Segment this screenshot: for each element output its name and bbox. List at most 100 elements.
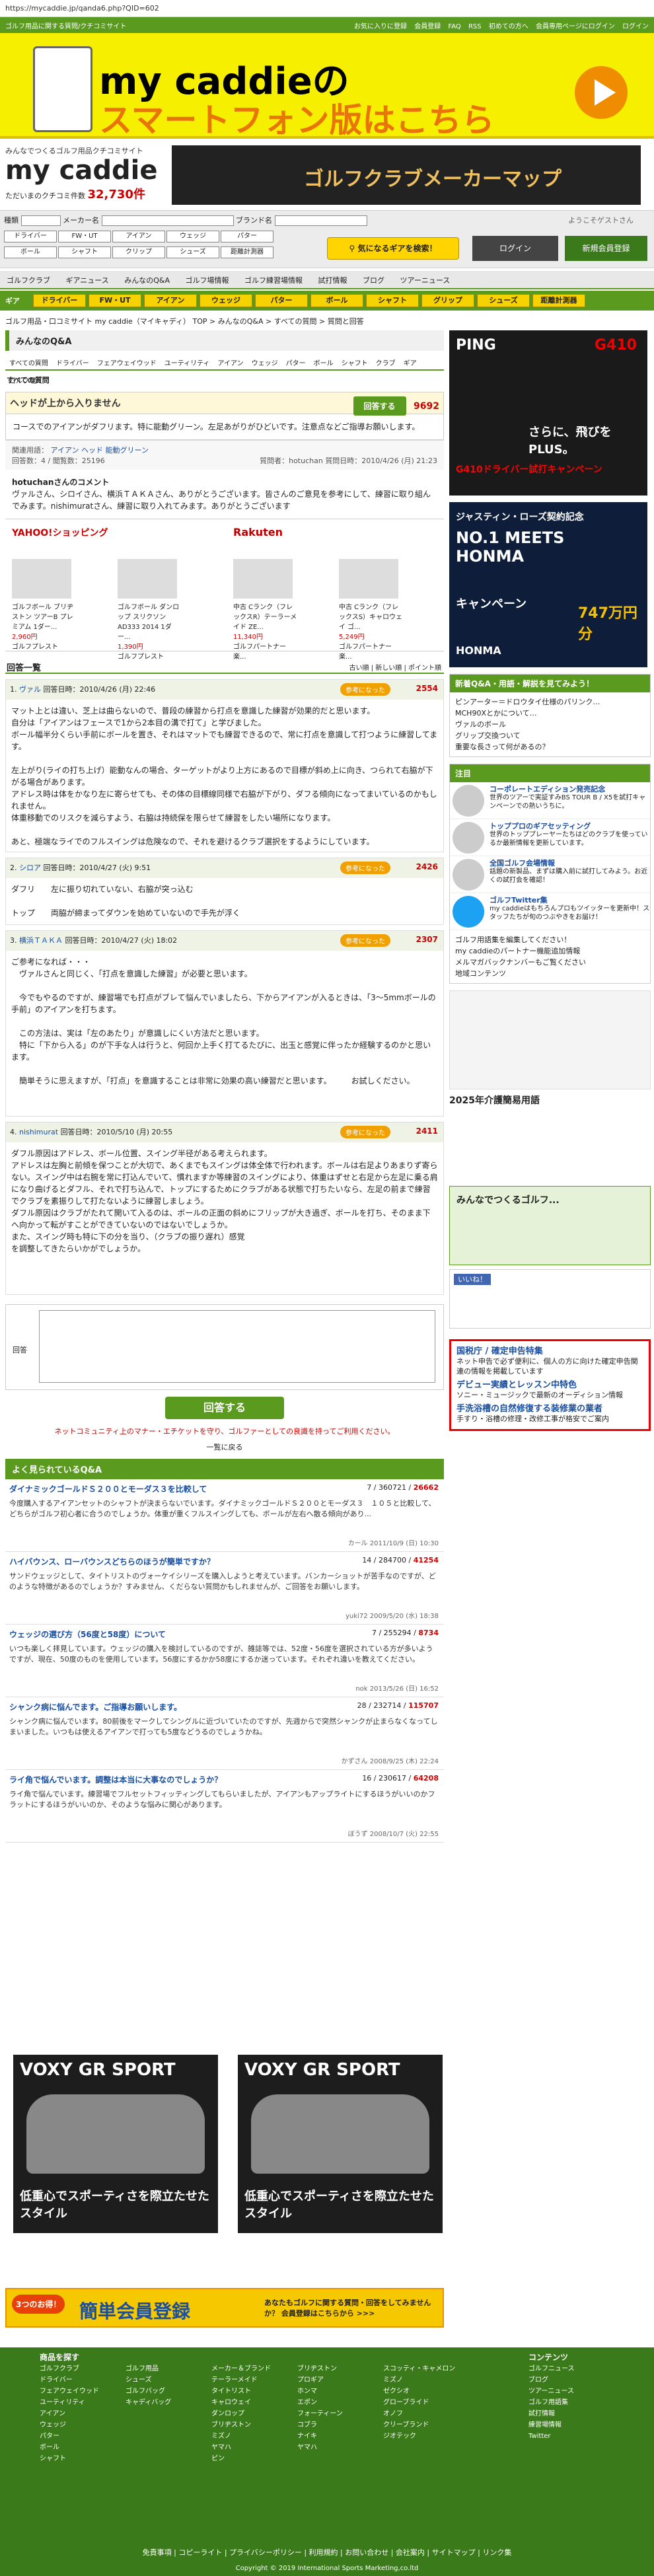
footer-link[interactable]: ピン: [211, 2453, 271, 2464]
new-qa-link[interactable]: ヴァルのボール: [455, 719, 645, 730]
top-link-rss[interactable]: RSS: [468, 23, 482, 30]
gear-wedge[interactable]: ウェッジ: [200, 294, 252, 307]
mycaddie-banner[interactable]: みんなでつくるゴルフ...: [449, 1186, 651, 1265]
text-ad-title[interactable]: デビュー実績とレッスン中特色: [456, 1380, 643, 1390]
footer-link[interactable]: キャディバッグ: [126, 2397, 171, 2408]
side-link[interactable]: ゴルフ用語集を編集してください！: [455, 934, 645, 945]
breadcrumb[interactable]: ゴルフ用品・口コミサイト my caddie（マイキャディ） TOP > みんな…: [0, 313, 654, 328]
find-gear-button[interactable]: ⚲ 気になるギアを検索！: [327, 237, 459, 260]
footer-link[interactable]: フェアウェイウッド: [40, 2386, 99, 2397]
footer-link[interactable]: メーカー＆ブランド: [211, 2363, 271, 2374]
answer-user[interactable]: ヴァル: [19, 685, 41, 694]
footer-link[interactable]: ジオテック: [383, 2431, 455, 2442]
address-bar[interactable]: https://mycaddie.jp/qanda6.php?QID=602: [0, 0, 654, 17]
site-logo[interactable]: みんなでつくるゴルフ用品クチコミサイト my caddie ただいまのクチコミ件…: [5, 145, 164, 205]
tab-club[interactable]: クラブ: [372, 353, 400, 371]
gnav-gearnews[interactable]: ギアニュース: [59, 271, 116, 289]
top-link-faq[interactable]: FAQ: [448, 23, 460, 30]
brand-select[interactable]: [274, 215, 367, 226]
footer-link[interactable]: 練習場情報: [528, 2419, 575, 2431]
tab-putter[interactable]: パター: [282, 353, 310, 371]
footer-link[interactable]: ゴルフニュース: [528, 2363, 575, 2374]
related-item[interactable]: ダイナミックゴールドＳ２００とモーダス３を比較して 7 / 360721 / 2…: [5, 1479, 444, 1552]
footer-links[interactable]: 免責事項 | コピーライト | プライバシーポリシー | 利用規約 | お問い合…: [0, 2547, 654, 2558]
footer-link[interactable]: ドライバー: [40, 2374, 99, 2386]
gear-putter[interactable]: パター: [255, 294, 308, 307]
helpful-button[interactable]: 参考になった: [340, 862, 390, 874]
register-button[interactable]: 新規会員登録: [565, 236, 647, 261]
related-link[interactable]: ライ角で悩んでいます。調整は本当に大事なのでしょうか？: [9, 1775, 222, 1785]
side-link[interactable]: メルマガバックナンバーもご覧ください: [455, 957, 645, 968]
fb-like-button[interactable]: いいね！: [454, 1274, 491, 1285]
tab-fw[interactable]: フェアウェイウッド: [93, 353, 161, 371]
tab-all[interactable]: すべての質問: [5, 353, 52, 371]
ping-ad[interactable]: PING G410 さらに、飛びをPLUS。 G410ドライバー試打キャンペーン: [449, 330, 647, 496]
footer-link[interactable]: フォーティーン: [297, 2408, 343, 2419]
footer-link[interactable]: ブログ: [528, 2374, 575, 2386]
footer-link[interactable]: ミズノ: [211, 2431, 271, 2442]
gear-iron[interactable]: アイアン: [144, 294, 197, 307]
feature-item[interactable]: トッププロのギアセッティング 世界のトッププレーヤーたちはどのクラブを使っているか…: [450, 819, 650, 856]
honma-ad[interactable]: ジャスティン・ローズ契約記念 NO.1 MEETS HONMA キャンペーン 7…: [449, 502, 647, 667]
feature-item[interactable]: ゴルフTwitter集 my caddieはもちろんプロもツイッターを更新中！スタ…: [450, 893, 650, 930]
answer-user[interactable]: シロア: [19, 864, 41, 872]
answer-button[interactable]: 回答する: [353, 396, 406, 416]
feature-item[interactable]: 全国ゴルフ会場情報 話題の新製品、まずは購入前に試打してみよう。お近くの試打会を確…: [450, 856, 650, 893]
gnav-course[interactable]: ゴルフ場情報: [179, 271, 236, 289]
tab-iron[interactable]: アイアン: [214, 353, 248, 371]
gnav-blog[interactable]: ブログ: [356, 271, 391, 289]
reply-textarea[interactable]: [39, 1310, 435, 1383]
gear-grip[interactable]: グリップ: [421, 294, 474, 307]
footer-link[interactable]: タイトリスト: [211, 2386, 271, 2397]
footer-link[interactable]: パター: [40, 2431, 99, 2442]
footer-link[interactable]: ヤマハ: [297, 2442, 343, 2453]
genre-link-iron[interactable]: アイアン: [51, 446, 79, 455]
answer-user[interactable]: nishimurat: [19, 1128, 58, 1136]
related-item[interactable]: シャンク病に悩んでます。ご指導お願いします。 28 / 232714 / 115…: [5, 1697, 444, 1770]
footer-link[interactable]: ゼクシオ: [383, 2386, 455, 2397]
register-banner[interactable]: 3つのお得！ 簡単会員登録 あなたもゴルフに関する質問・回答をしてみませんか？ …: [5, 2288, 444, 2328]
shop-item[interactable]: ゴルフボール ブリヂストン ツアーB プレミアム 1ダー... 2,960円 ゴルフ…: [12, 559, 78, 651]
top-link-login[interactable]: ログイン: [622, 23, 649, 30]
footer-link[interactable]: ナイキ: [297, 2431, 343, 2442]
smartphone-banner[interactable]: my caddieの スマートフォン版はこちら: [0, 33, 654, 139]
gnav-qa[interactable]: みんなのQ&A: [118, 271, 176, 289]
gnav-range[interactable]: ゴルフ練習場情報: [238, 271, 309, 289]
footer-link[interactable]: ヤマハ: [211, 2442, 271, 2453]
text-ad-title[interactable]: 国税庁 / 確定申告特集: [456, 1346, 643, 1356]
side-link[interactable]: 地域コンテンツ: [455, 968, 645, 979]
related-item[interactable]: ハイバウンス、ローバウンスどちらのほうが簡単ですか？ 14 / 284700 /…: [5, 1552, 444, 1625]
tab-wedge[interactable]: ウェッジ: [248, 353, 282, 371]
gnav-clubs[interactable]: ゴルフクラブ: [0, 271, 57, 289]
footer-link[interactable]: ボール: [40, 2442, 99, 2453]
footer-link[interactable]: ブリヂストン: [211, 2419, 271, 2431]
maker-map-banner[interactable]: ゴルフクラブメーカーマップ: [172, 145, 641, 205]
footer-link[interactable]: シャフト: [40, 2453, 99, 2464]
top-link-first[interactable]: 初めての方へ: [489, 23, 528, 30]
cat-rangefinder[interactable]: 距離計測器: [221, 246, 273, 258]
genre-link-head[interactable]: ヘッド: [81, 446, 103, 455]
footer-link[interactable]: オノフ: [383, 2408, 455, 2419]
cat-iron[interactable]: アイアン: [112, 231, 165, 242]
footer-link[interactable]: アイアン: [40, 2408, 99, 2419]
text-ad-box[interactable]: 国税庁 / 確定申告特集 ネット申告で必ず便利に、個人の方に向けた確定申告関連の…: [449, 1339, 651, 1431]
cat-shoes[interactable]: シューズ: [166, 246, 219, 258]
footer-link[interactable]: キャロウェイ: [211, 2397, 271, 2408]
footer-link[interactable]: テーラーメイド: [211, 2374, 271, 2386]
helpful-button[interactable]: 参考になった: [340, 683, 390, 696]
answer-user[interactable]: 横浜ＴＡＫＡ: [19, 936, 63, 945]
cat-grip[interactable]: クリップ: [112, 246, 165, 258]
submit-answer-button[interactable]: 回答する: [165, 1397, 284, 1419]
helpful-button[interactable]: 参考になった: [340, 1126, 390, 1138]
tab-ball[interactable]: ボール: [310, 353, 338, 371]
footer-link[interactable]: ゴルフ用品: [126, 2363, 171, 2374]
maker-select[interactable]: [101, 215, 234, 226]
cat-ball[interactable]: ボール: [4, 246, 57, 258]
top-link-register[interactable]: 会員登録: [414, 23, 441, 30]
tab-ut[interactable]: ユーティリティ: [161, 353, 214, 371]
shop-item[interactable]: 中古 Cランク（フレックスR）テーラーメイド ZE... 11,340円 ゴルフパー…: [233, 559, 299, 661]
footer-link[interactable]: グローブライド: [383, 2397, 455, 2408]
gear-rangefinder[interactable]: 距離計測器: [532, 294, 585, 307]
related-link[interactable]: シャンク病に悩んでます。ご指導お願いします。: [9, 1703, 182, 1712]
gear-shaft[interactable]: シャフト: [366, 294, 419, 307]
